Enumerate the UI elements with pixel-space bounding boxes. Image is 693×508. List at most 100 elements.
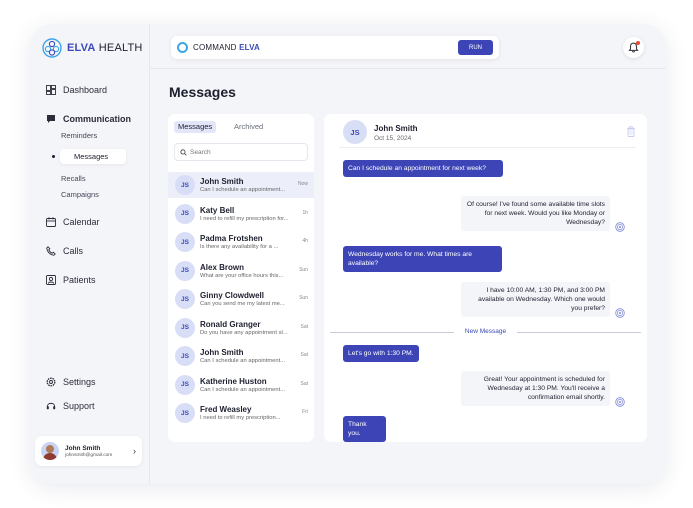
conversation-item[interactable]: JS Fred Weasley I need to refill my presc… [168, 400, 314, 426]
avatar [41, 442, 59, 460]
conversation-item[interactable]: JS Ginny Clowdwell Can you send me my lat… [168, 286, 314, 312]
conversation-avatar: JS [175, 203, 195, 224]
nav-communication[interactable]: Communication [46, 114, 131, 124]
conversation-item[interactable]: JS Ronald Granger Do you have any appoint… [168, 315, 314, 341]
conversation-avatar: JS [175, 374, 195, 395]
notification-dot [636, 41, 640, 45]
chat-panel: JS John Smith Oct 15, 2024 Can I schedul… [324, 114, 647, 442]
brand-name: ELVA HEALTH [67, 42, 143, 54]
conversation-name: Katherine Huston [200, 376, 267, 386]
conversation-avatar: JS [175, 289, 195, 309]
conversation-preview: I need to refill my prescription... [200, 415, 281, 421]
phone-icon [46, 246, 56, 256]
trash-icon[interactable] [626, 126, 636, 137]
conversation-time: 4h [302, 238, 308, 244]
read-receipt-icon [615, 308, 625, 318]
command-label: COMMAND ELVA [193, 43, 260, 52]
conversation-preview: What are your office hours this... [200, 272, 284, 279]
tab-messages[interactable]: Messages [174, 121, 217, 133]
subnav-reminders[interactable]: Reminders [61, 131, 97, 140]
conversation-name: Fred Weasley [200, 405, 252, 414]
conversation-preview: Can you send me my latest me... [200, 301, 285, 307]
headset-icon [46, 402, 56, 410]
conversation-list-panel: Messages Archived JS John SmithCan I sch… [168, 114, 314, 442]
notifications-button[interactable] [623, 37, 644, 58]
gear-icon [46, 377, 56, 387]
chat-icon [47, 115, 55, 123]
conversation-item[interactable]: JS Alex Brown What are your office hours … [168, 258, 314, 284]
conversation-time: Sat [300, 352, 308, 358]
conversation-avatar: JS [175, 346, 195, 366]
command-label-text: COMMAND [193, 43, 237, 52]
conversation-item[interactable]: JS Padma Frotshen Is there any availabili… [168, 229, 314, 255]
subnav-messages[interactable]: Messages [60, 149, 126, 164]
brand-name-thin: HEALTH [95, 42, 143, 54]
new-message-divider-label: New Message [464, 328, 507, 335]
brand-logo[interactable]: ELVA HEALTH [42, 38, 143, 58]
conversation-avatar: JS [175, 175, 195, 195]
conversation-name: Ginny Clowdwell [200, 291, 265, 300]
message-outgoing: Of course! I've found some available tim… [461, 196, 610, 231]
nav-patients-label: Patients [63, 275, 96, 285]
conversation-time: Now [297, 181, 308, 187]
conversation-time: Sat [300, 323, 308, 330]
header-divider [150, 68, 666, 69]
conversation-preview: Is there any availability for a ... [200, 244, 279, 250]
subnav-campaigns[interactable]: Campaigns [61, 190, 99, 199]
dashboard-icon [46, 85, 56, 95]
nav-dashboard[interactable]: Dashboard [46, 85, 107, 95]
message-outgoing: I have 10:00 AM, 1:30 PM, and 3:00 PM av… [461, 282, 610, 317]
command-label-accent: ELVA [239, 43, 261, 52]
conversation-name: John Smith [200, 348, 244, 357]
conversation-time: Sat [300, 380, 308, 387]
conversation-name: Alex Brown [200, 262, 245, 272]
conversation-time: Sun [299, 295, 308, 301]
user-profile-card[interactable]: John Smith johnsmith@gmail.com › [35, 436, 142, 466]
conversation-preview: Can I schedule an appointment... [200, 187, 286, 193]
nav-calendar-label: Calendar [63, 217, 100, 227]
chat-avatar: JS [343, 120, 367, 144]
conversation-time: 1h [302, 209, 308, 216]
nav-settings[interactable]: Settings [46, 377, 96, 387]
logo-icon [42, 38, 62, 58]
tab-archived[interactable]: Archived [230, 121, 267, 133]
nav-calls[interactable]: Calls [46, 246, 83, 256]
conversation-time: Fri [302, 409, 308, 415]
search-icon [180, 148, 187, 156]
conversation-item[interactable]: JS Katy Bell I need to refill my prescrip… [168, 201, 314, 227]
conversation-preview: I need to refill my prescription for... [200, 215, 289, 222]
search-input[interactable] [190, 148, 300, 156]
search-box[interactable] [174, 143, 308, 161]
conversation-preview: Can I schedule an appointment... [200, 358, 286, 364]
nav-support[interactable]: Support [46, 401, 95, 411]
patients-icon [46, 275, 56, 285]
run-button[interactable]: RUN [458, 40, 493, 55]
active-indicator [52, 155, 55, 158]
conversation-preview: Do you have any appointment sl... [200, 329, 288, 336]
subnav-recalls[interactable]: Recalls [61, 174, 86, 183]
user-name: John Smith [65, 444, 101, 452]
nav-calendar[interactable]: Calendar [46, 217, 100, 227]
chevron-right-icon[interactable]: › [133, 446, 136, 456]
conversation-item[interactable]: JS John Smith Can I schedule an appointme… [168, 343, 314, 369]
conversation-item[interactable]: JS John Smith Can I schedule an appointme… [168, 172, 314, 198]
chat-header-divider [339, 147, 636, 148]
app-window: ELVA HEALTH Dashboard Communication Remi… [30, 24, 666, 484]
conversation-time: Sun [299, 266, 308, 273]
conversation-item[interactable]: JS Katherine Huston Can I schedule an app… [168, 372, 314, 398]
conversation-name: John Smith [200, 177, 244, 186]
conversation-avatar: JS [175, 403, 195, 423]
read-receipt-icon [615, 222, 625, 232]
message-incoming: Thank you. [343, 416, 386, 442]
command-bar[interactable]: COMMAND ELVA RUN [171, 36, 499, 59]
message-outgoing: Great! Your appointment is scheduled for… [461, 371, 610, 406]
message-incoming: Can I schedule an appointment for next w… [343, 160, 503, 177]
brand-name-bold: ELVA [67, 42, 96, 54]
conversation-avatar: JS [175, 232, 195, 252]
conversation-name: Katy Bell [200, 205, 235, 215]
nav-patients[interactable]: Patients [46, 275, 96, 285]
nav-calls-label: Calls [63, 246, 84, 256]
read-receipt-icon [615, 397, 625, 407]
page-title: Messages [169, 84, 236, 100]
command-ring-icon [177, 42, 188, 53]
